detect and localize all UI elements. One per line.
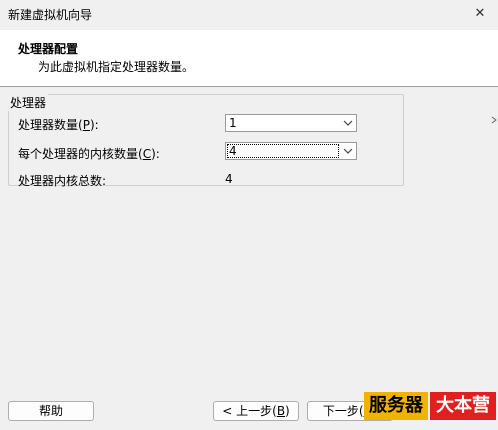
total-cores-value: 4: [225, 172, 233, 186]
processor-count-select[interactable]: 1: [225, 114, 357, 132]
back-button[interactable]: < 上一步(B): [213, 401, 299, 421]
processor-count-value: 1: [229, 116, 237, 130]
title-bar: 新建虚拟机向导 ✕: [0, 0, 498, 30]
close-button[interactable]: ✕: [468, 4, 492, 24]
processor-count-label: 处理器数量(P):: [18, 118, 99, 132]
chevron-down-icon: [343, 148, 353, 154]
window-title: 新建虚拟机向导: [8, 8, 93, 22]
page-title: 处理器配置: [18, 42, 79, 56]
scroll-arrow-icon: [491, 116, 497, 124]
watermark-part-2: 大本营: [430, 392, 496, 420]
cores-per-processor-label: 每个处理器的内核数量(C):: [18, 147, 160, 161]
wizard-header: 处理器配置 为此虚拟机指定处理器数量。: [0, 30, 498, 87]
chevron-down-icon: [343, 120, 353, 126]
cores-per-processor-select[interactable]: 4: [225, 142, 357, 160]
help-button[interactable]: 帮助: [8, 401, 94, 421]
watermark-logo: 服务器 大本营: [364, 392, 496, 420]
total-cores-label: 处理器内核总数:: [18, 174, 107, 188]
focus-rect: [227, 144, 339, 158]
watermark-part-1: 服务器: [364, 392, 428, 420]
cores-per-processor-value: 4: [229, 144, 237, 158]
processor-group-legend: 处理器: [8, 94, 49, 111]
page-subtitle: 为此虚拟机指定处理器数量。: [38, 60, 195, 74]
